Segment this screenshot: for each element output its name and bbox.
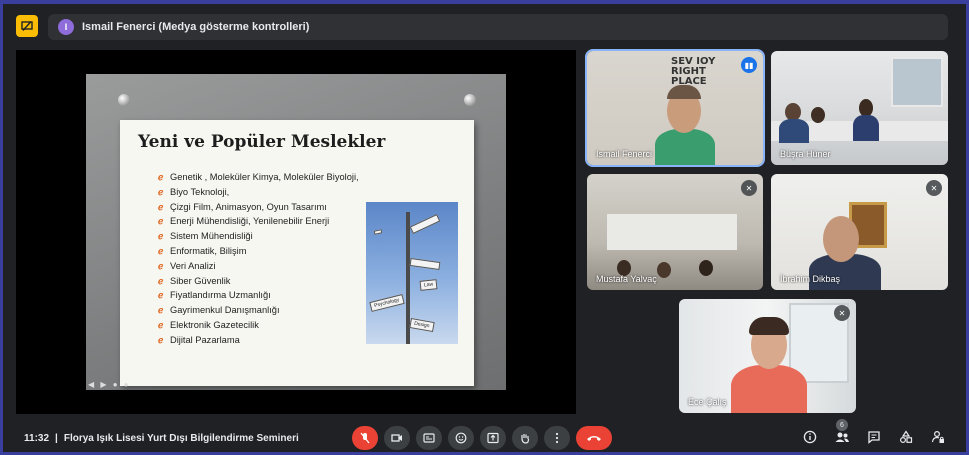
list-item: ℯ Dijital Pazarlama <box>158 334 240 345</box>
presenter-bar[interactable]: I Ismail Fenerci (Medya gösterme kontrol… <box>48 14 948 40</box>
participant-name: Ismail Fenerci <box>596 149 653 159</box>
meeting-info: 11:32 | Florya Işık Lisesi Yurt Dışı Bil… <box>24 433 299 444</box>
info-icon <box>803 430 817 444</box>
people-icon <box>835 432 849 442</box>
captions-button[interactable] <box>416 426 442 450</box>
list-item: ℯ Elektronik Gazetecilik <box>158 319 259 330</box>
end-call-button[interactable] <box>576 426 612 450</box>
participant-name: Büşra Hüner <box>780 149 831 159</box>
list-item: ℯ Siber Güvenlik <box>158 275 231 286</box>
activities-icon <box>899 430 913 444</box>
chat-button[interactable] <box>865 428 883 446</box>
mic-off-icon: ✕ <box>741 180 757 196</box>
list-item: ℯ Çizgi Film, Animasyon, Oyun Tasarımı <box>158 201 327 212</box>
side-controls: 6 <box>801 419 947 446</box>
phone-hangup-icon <box>587 436 601 441</box>
list-item: ℯ Enerji Mühendisliği, Yenilenebilir Ener… <box>158 216 330 227</box>
chat-icon <box>868 431 880 444</box>
list-item: ℯ Biyo Teknoloji, <box>158 186 230 197</box>
more-vert-icon <box>555 432 559 444</box>
lock-person-icon <box>931 430 944 443</box>
activities-button[interactable] <box>897 428 915 446</box>
participant-tile-ece[interactable]: ✕ Ece Çalış <box>679 299 856 413</box>
slide-list: ℯ Genetik , Moleküler Kimya, Moleküler Bi… <box>158 170 359 348</box>
list-item: ℯ Veri Analizi <box>158 260 216 271</box>
list-item: ℯ Genetik , Moleküler Kimya, Moleküler Bi… <box>158 172 359 182</box>
mic-off-icon <box>360 432 370 444</box>
presentation-icon[interactable] <box>16 15 38 37</box>
participant-tile-mustafa[interactable]: ✕ Mustafa Yalvaç <box>587 174 763 290</box>
list-item: ℯ Gayrimenkul Danışmanlığı <box>158 305 280 316</box>
raise-hand-button[interactable] <box>512 426 538 450</box>
mic-off-icon: ✕ <box>834 305 850 321</box>
call-controls <box>352 426 612 450</box>
meeting-title: Florya Işık Lisesi Yurt Dışı Bilgilendir… <box>63 433 299 444</box>
emoji-icon <box>455 432 467 444</box>
slide-paper: Yeni ve Popüler Meslekler ℯ Genetik , Mol… <box>120 120 474 386</box>
list-item: ℯ Enformatik, Bilişim <box>158 245 247 256</box>
camera-icon <box>391 434 402 442</box>
participant-tile-ismail[interactable]: SEV IOY RIGHT PLACE ▮▮ Ismail Fenerci <box>585 49 765 167</box>
participant-count-badge: 6 <box>836 419 848 431</box>
more-options-button[interactable] <box>544 426 570 450</box>
pin-icon <box>118 94 130 106</box>
camera-button[interactable] <box>384 426 410 450</box>
slide-controls[interactable]: ◀ ▶ ● ● <box>88 380 131 389</box>
participant-name: İbrahim Dikbaş <box>780 274 841 284</box>
people-button[interactable]: 6 <box>833 419 851 446</box>
reactions-button[interactable] <box>448 426 474 450</box>
captions-icon <box>423 433 435 443</box>
sign-law: Law <box>419 279 438 291</box>
mic-off-icon: ✕ <box>926 180 942 196</box>
presentation-stage[interactable]: Yeni ve Popüler Meslekler ℯ Genetik , Mol… <box>16 50 576 414</box>
participant-name: Mustafa Yalvaç <box>596 274 657 284</box>
participant-name: Ece Çalış <box>688 397 727 407</box>
meeting-details-button[interactable] <box>801 428 819 446</box>
signpost-image: Psychology Law Design <box>366 202 458 344</box>
sign-design: Design <box>409 318 435 332</box>
host-controls-button[interactable] <box>929 428 947 446</box>
participant-tile-ibrahim[interactable]: ✕ İbrahim Dikbaş <box>771 174 948 290</box>
presenter-label: Ismail Fenerci (Medya gösterme kontrolle… <box>82 21 310 33</box>
list-item: ℯ Fiyatlandırma Uzmanlığı <box>158 290 271 301</box>
meeting-separator: | <box>55 433 58 444</box>
sign-psychology: Psychology <box>369 294 405 312</box>
participant-tile-busra[interactable]: Büşra Hüner <box>771 51 948 165</box>
meeting-time: 11:32 <box>24 433 50 444</box>
mic-off-button[interactable] <box>352 426 378 450</box>
presenter-avatar: I <box>58 19 74 35</box>
speaking-icon: ▮▮ <box>741 57 757 73</box>
slide-title: Yeni ve Popüler Meslekler <box>138 132 386 152</box>
present-icon <box>487 432 499 444</box>
list-item: ℯ Sistem Mühendisliği <box>158 231 253 242</box>
hand-icon <box>521 434 530 444</box>
present-button[interactable] <box>480 426 506 450</box>
pin-icon <box>464 94 476 106</box>
